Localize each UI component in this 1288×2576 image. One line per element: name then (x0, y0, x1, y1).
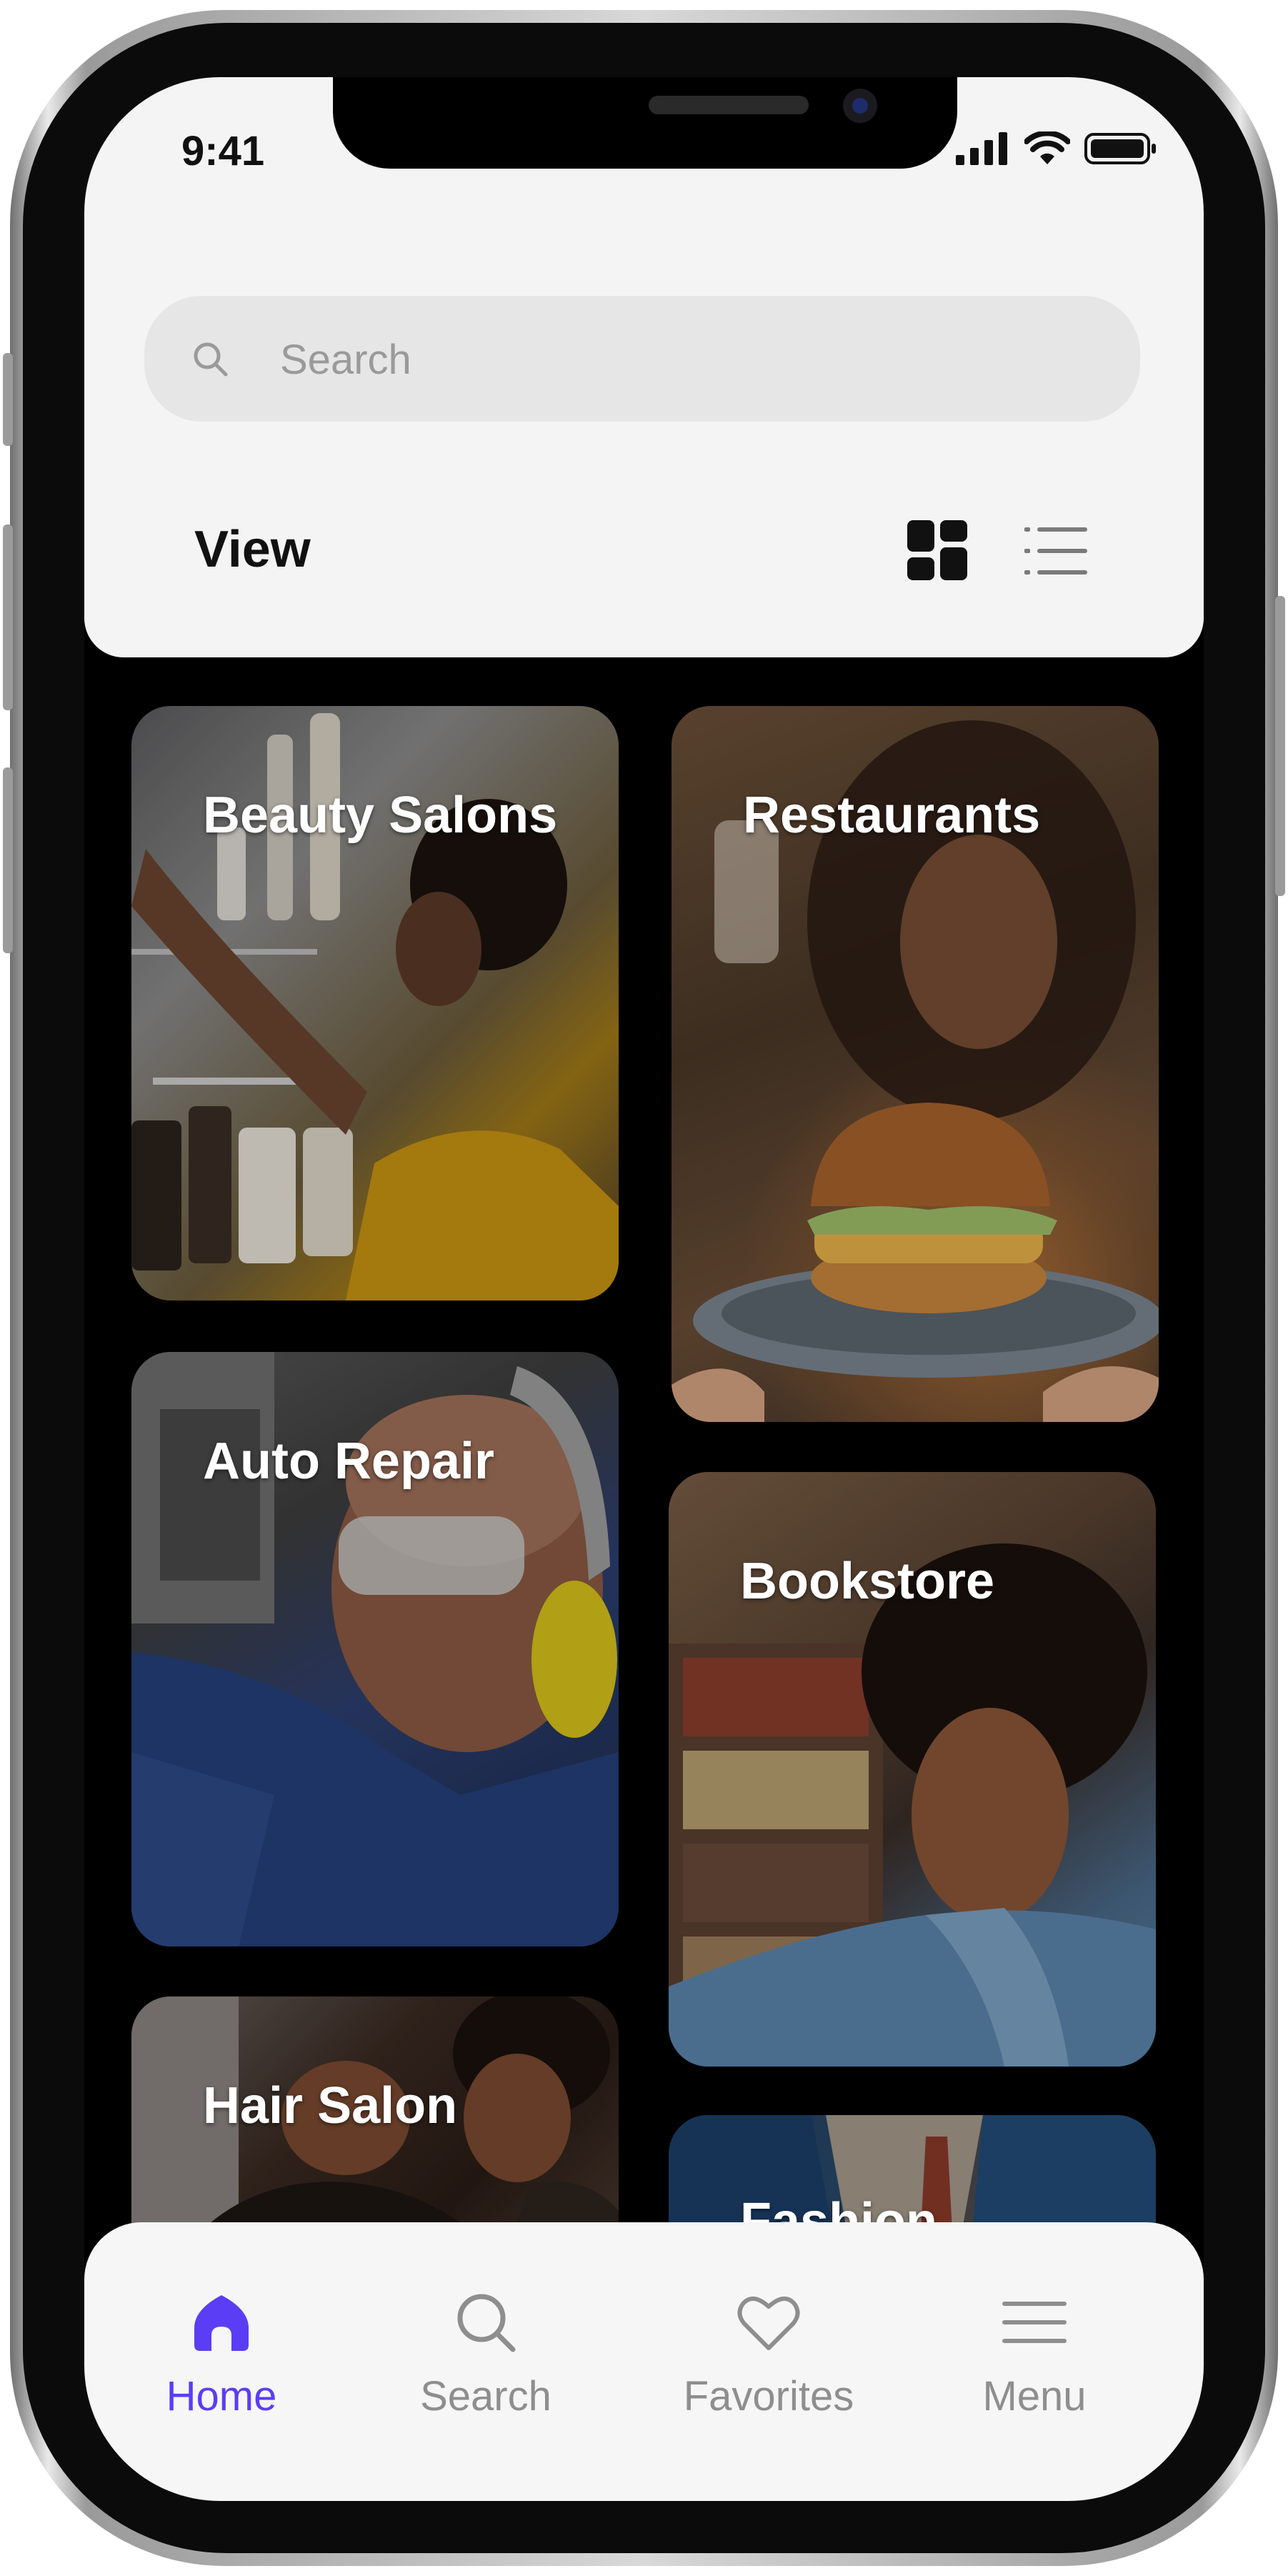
tab-label: Search (420, 2373, 551, 2420)
category-label: Restaurants (743, 787, 1041, 844)
category-card-bookstore[interactable]: Bookstore (669, 1472, 1156, 2067)
search-placeholder: Search (280, 337, 411, 383)
tab-menu[interactable]: Menu (927, 2288, 1142, 2420)
tab-favorites[interactable]: Favorites (662, 2288, 876, 2420)
list-view-icon[interactable] (1024, 523, 1089, 580)
tab-bar: Home Search Favorites Menu (84, 2222, 1204, 2501)
tab-home[interactable]: Home (114, 2288, 329, 2420)
cellular-signal-icon (956, 132, 1007, 165)
home-icon (194, 2295, 249, 2351)
battery-icon (1084, 133, 1156, 164)
volume-down-button (3, 767, 13, 953)
search-icon (194, 342, 228, 377)
wifi-icon (1024, 131, 1070, 164)
speaker (649, 96, 809, 114)
category-label: Hair Salon (203, 2077, 458, 2134)
grid-view-icon[interactable] (906, 519, 970, 583)
screen: 9:41 Search View Beauty Salons Restauran… (84, 77, 1204, 2501)
category-label: Auto Repair (203, 1433, 495, 1490)
tab-search[interactable]: Search (379, 2288, 593, 2420)
power-button (1275, 596, 1285, 896)
category-card-restaurants[interactable]: Restaurants (672, 706, 1159, 1422)
view-label: View (194, 521, 311, 578)
menu-icon (1002, 2302, 1067, 2343)
status-time: 9:41 (181, 128, 265, 174)
category-card-hair-salon[interactable]: Hair Salon (131, 1996, 619, 2261)
heart-icon (737, 2297, 800, 2350)
header-panel: 9:41 Search View (84, 77, 1204, 657)
category-card-auto-repair[interactable]: Auto Repair (131, 1352, 619, 1946)
category-card-beauty-salons[interactable]: Beauty Salons (131, 706, 619, 1301)
tab-label: Favorites (683, 2373, 854, 2420)
category-label: Beauty Salons (203, 787, 558, 844)
notch (333, 77, 957, 169)
tab-label: Menu (982, 2373, 1087, 2420)
volume-up-button (3, 524, 13, 710)
silent-switch (3, 353, 13, 446)
category-label: Bookstore (740, 1553, 995, 1610)
front-camera (843, 89, 877, 123)
tab-label: Home (166, 2373, 277, 2420)
search-input[interactable]: Search (144, 296, 1140, 422)
search-icon (457, 2294, 516, 2352)
status-icons (956, 127, 1159, 170)
